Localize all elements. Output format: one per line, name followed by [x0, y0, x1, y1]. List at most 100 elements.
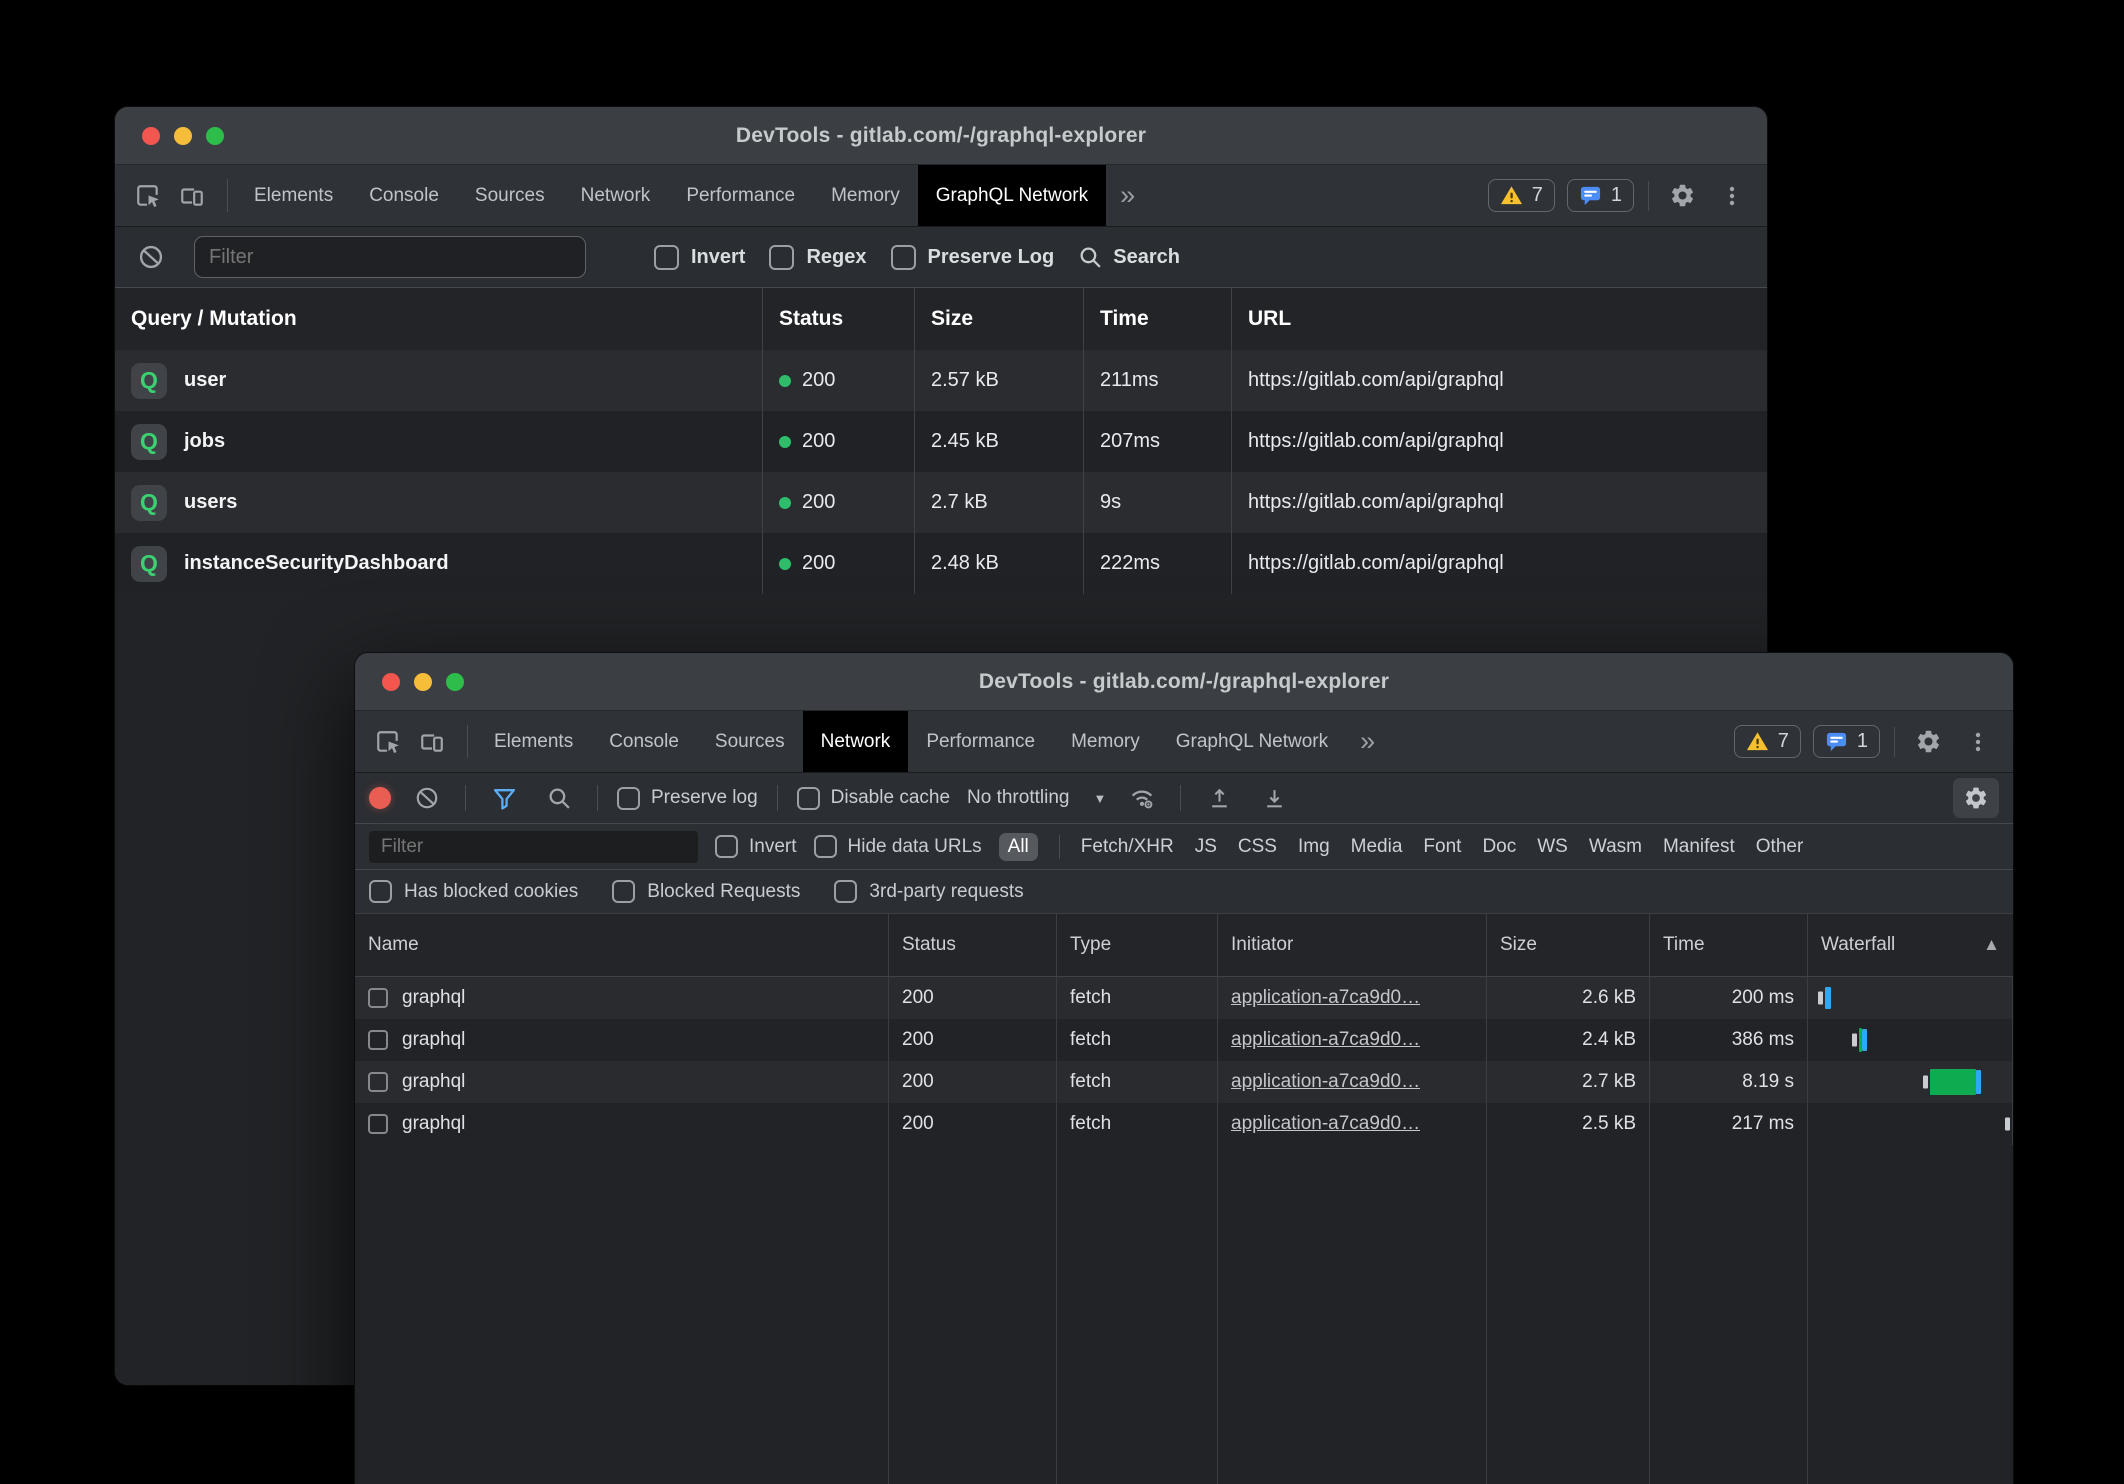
column-size[interactable]: Size: [1487, 914, 1650, 976]
tab-console[interactable]: Console: [351, 165, 457, 226]
column-status[interactable]: Status: [889, 914, 1057, 976]
column-name[interactable]: Name: [355, 914, 889, 976]
zoom-button[interactable]: [446, 673, 464, 691]
type-filter-font[interactable]: Font: [1423, 836, 1461, 858]
type-filter-wasm[interactable]: Wasm: [1589, 836, 1642, 858]
chevron-more-icon[interactable]: »: [1346, 711, 1389, 772]
initiator-link[interactable]: application-a7ca9d0…: [1231, 987, 1420, 1009]
table-row[interactable]: graphql 200 fetch application-a7ca9d0… 2…: [355, 1061, 2013, 1103]
export-icon[interactable]: [1255, 779, 1293, 817]
column-divider[interactable]: [1807, 1145, 1808, 1484]
type-filter-all[interactable]: All: [999, 833, 1038, 861]
close-button[interactable]: [382, 673, 400, 691]
record-icon[interactable]: [369, 787, 391, 809]
has-blocked-cookies-checkbox[interactable]: Has blocked cookies: [369, 880, 578, 903]
column-divider[interactable]: [1486, 1145, 1487, 1484]
row-checkbox[interactable]: [368, 1072, 388, 1092]
table-row[interactable]: Qusers 200 2.7 kB 9s https://gitlab.com/…: [115, 472, 1767, 533]
table-row[interactable]: graphql 200 fetch application-a7ca9d0… 2…: [355, 1103, 2013, 1145]
type-filter-media[interactable]: Media: [1351, 836, 1403, 858]
regex-checkbox[interactable]: Regex: [769, 245, 866, 270]
type-filter-js[interactable]: JS: [1195, 836, 1217, 858]
tab-graphql-network[interactable]: GraphQL Network: [1158, 711, 1346, 772]
tab-network[interactable]: Network: [803, 711, 909, 772]
row-checkbox[interactable]: [368, 1114, 388, 1134]
type-filter-img[interactable]: Img: [1298, 836, 1330, 858]
column-divider[interactable]: [1217, 1145, 1218, 1484]
inspect-icon[interactable]: [129, 177, 167, 215]
minimize-button[interactable]: [414, 673, 432, 691]
titlebar[interactable]: DevTools - gitlab.com/-/graphql-explorer: [355, 653, 2013, 711]
table-row[interactable]: Quser 200 2.57 kB 211ms https://gitlab.c…: [115, 350, 1767, 411]
tab-memory[interactable]: Memory: [813, 165, 918, 226]
column-divider[interactable]: [1056, 1145, 1057, 1484]
device-toolbar-icon[interactable]: [413, 723, 451, 761]
kebab-icon[interactable]: [1959, 723, 1997, 761]
issues-badge[interactable]: 1: [1567, 179, 1634, 212]
disable-cache-checkbox[interactable]: Disable cache: [797, 787, 950, 810]
blocked-requests-checkbox[interactable]: Blocked Requests: [612, 880, 800, 903]
zoom-button[interactable]: [206, 127, 224, 145]
column-initiator[interactable]: Initiator: [1218, 914, 1487, 976]
type-filter-css[interactable]: CSS: [1238, 836, 1277, 858]
titlebar[interactable]: DevTools - gitlab.com/-/graphql-explorer: [115, 107, 1767, 165]
gear-icon[interactable]: [1909, 723, 1947, 761]
invert-checkbox[interactable]: Invert: [654, 245, 745, 270]
type-filter-ws[interactable]: WS: [1537, 836, 1568, 858]
tab-performance[interactable]: Performance: [668, 165, 813, 226]
device-toolbar-icon[interactable]: [173, 177, 211, 215]
initiator-link[interactable]: application-a7ca9d0…: [1231, 1071, 1420, 1093]
table-row[interactable]: graphql 200 fetch application-a7ca9d0… 2…: [355, 977, 2013, 1019]
initiator-link[interactable]: application-a7ca9d0…: [1231, 1029, 1420, 1051]
table-row[interactable]: Qjobs 200 2.45 kB 207ms https://gitlab.c…: [115, 411, 1767, 472]
row-checkbox[interactable]: [368, 1030, 388, 1050]
filter-input[interactable]: [369, 831, 698, 863]
type-filter-manifest[interactable]: Manifest: [1663, 836, 1735, 858]
table-row[interactable]: QinstanceSecurityDashboard 200 2.48 kB 2…: [115, 533, 1767, 594]
filter-input[interactable]: [194, 236, 586, 278]
minimize-button[interactable]: [174, 127, 192, 145]
invert-checkbox[interactable]: Invert: [715, 835, 797, 858]
block-icon[interactable]: [408, 779, 446, 817]
tab-elements[interactable]: Elements: [476, 711, 591, 772]
tab-graphql-network[interactable]: GraphQL Network: [918, 165, 1106, 226]
preserve-log-checkbox[interactable]: Preserve log: [617, 787, 758, 810]
tab-sources[interactable]: Sources: [697, 711, 803, 772]
network-conditions-icon[interactable]: [1123, 779, 1161, 817]
third-party-requests-checkbox[interactable]: 3rd-party requests: [834, 880, 1023, 903]
hide-data-urls-checkbox[interactable]: Hide data URLs: [814, 835, 982, 858]
kebab-icon[interactable]: [1713, 177, 1751, 215]
column-time[interactable]: Time: [1650, 914, 1808, 976]
row-checkbox[interactable]: [368, 988, 388, 1008]
warnings-badge[interactable]: 7: [1734, 725, 1801, 758]
tab-memory[interactable]: Memory: [1053, 711, 1158, 772]
block-icon[interactable]: [132, 238, 170, 276]
network-settings-button[interactable]: [1953, 778, 1999, 818]
type-filter-doc[interactable]: Doc: [1482, 836, 1516, 858]
column-divider[interactable]: [888, 1145, 889, 1484]
column-waterfall[interactable]: Waterfall ▲: [1808, 914, 2013, 976]
search-button[interactable]: Search: [1078, 245, 1180, 270]
type-filter-other[interactable]: Other: [1756, 836, 1804, 858]
tab-elements[interactable]: Elements: [236, 165, 351, 226]
funnel-icon[interactable]: [485, 779, 523, 817]
inspect-icon[interactable]: [369, 723, 407, 761]
tab-performance[interactable]: Performance: [908, 711, 1053, 772]
tab-console[interactable]: Console: [591, 711, 697, 772]
chevron-more-icon[interactable]: »: [1106, 165, 1149, 226]
preserve-log-checkbox[interactable]: Preserve Log: [891, 245, 1055, 270]
tab-sources[interactable]: Sources: [457, 165, 563, 226]
search-icon[interactable]: [540, 779, 578, 817]
throttling-select[interactable]: No throttling ▼: [967, 787, 1106, 809]
initiator-link[interactable]: application-a7ca9d0…: [1231, 1113, 1420, 1135]
import-icon[interactable]: [1200, 779, 1238, 817]
issues-badge[interactable]: 1: [1813, 725, 1880, 758]
close-button[interactable]: [142, 127, 160, 145]
column-divider[interactable]: [1649, 1145, 1650, 1484]
column-type[interactable]: Type: [1057, 914, 1218, 976]
table-row[interactable]: graphql 200 fetch application-a7ca9d0… 2…: [355, 1019, 2013, 1061]
tab-network[interactable]: Network: [563, 165, 669, 226]
gear-icon[interactable]: [1663, 177, 1701, 215]
warnings-badge[interactable]: 7: [1488, 179, 1555, 212]
type-filter-fetch-xhr[interactable]: Fetch/XHR: [1081, 836, 1174, 858]
